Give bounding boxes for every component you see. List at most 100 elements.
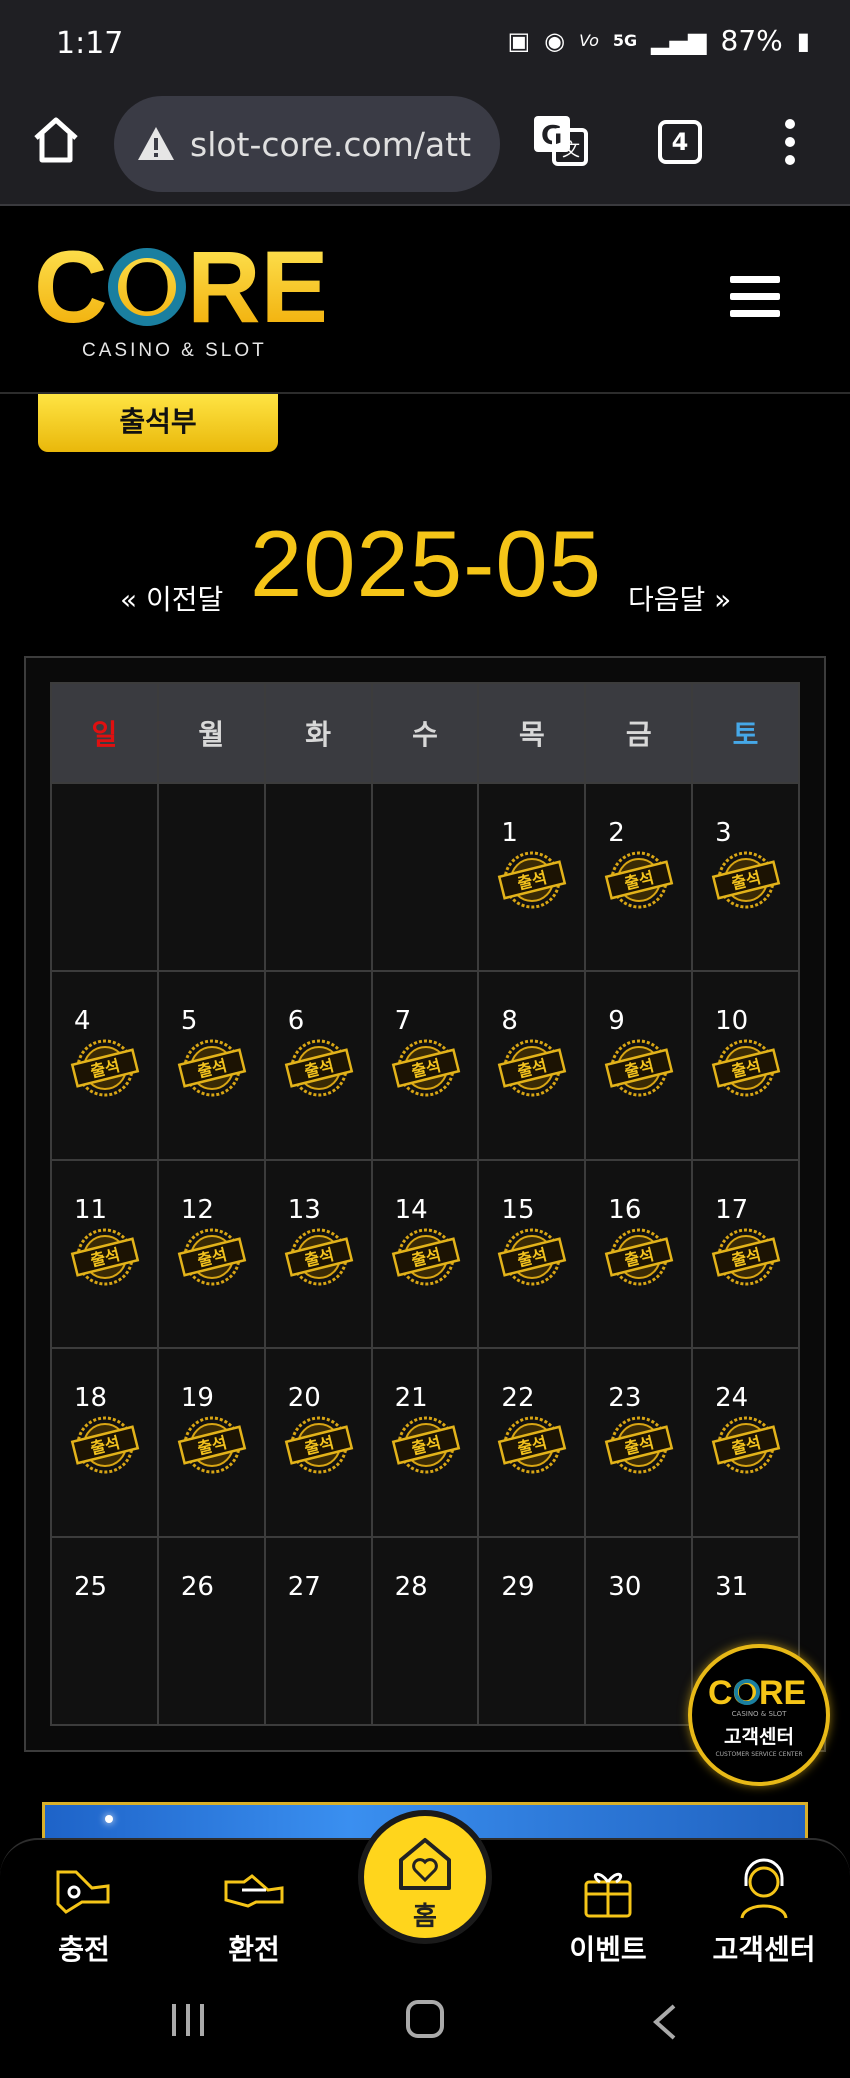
calendar-day-cell: 24 출석 <box>693 1349 800 1538</box>
attendance-stamp-icon: 출석 <box>177 1228 247 1286</box>
nav-home-button[interactable]: 홈 <box>358 1810 492 1944</box>
cs-logo-subtitle: CASINO & SLOT <box>731 1710 787 1718</box>
logo-subtitle: CASINO & SLOT <box>82 340 267 361</box>
site-logo[interactable]: CORE CASINO & SLOT <box>34 242 324 362</box>
calendar-day-cell: 28 <box>372 1537 480 1726</box>
status-bar: 1:17 ▣ ◉ Vo 5G ▂▄▆ 87% ▮ <box>0 0 850 88</box>
calendar-day-cell: 17 출석 <box>693 1160 800 1350</box>
system-home-icon[interactable] <box>406 2000 444 2038</box>
day-number: 15 <box>501 1194 535 1225</box>
day-number: 1 <box>501 818 518 848</box>
customer-service-float-button[interactable]: CORE CASINO & SLOT 고객센터 CUSTOMER SERVICE… <box>688 1644 830 1786</box>
battery-icon: ▮ <box>796 26 810 55</box>
calendar-day-cell: 14 출석 <box>372 1160 480 1350</box>
battery-saver-icon: ▣ <box>507 26 531 55</box>
network-type: 5G <box>612 31 638 50</box>
nav-support[interactable]: 고객센터 <box>694 1858 834 1968</box>
attendance-stamp-icon: 출석 <box>70 1039 140 1097</box>
recent-apps-icon[interactable] <box>168 2002 208 2038</box>
status-icons: ▣ ◉ Vo 5G ▂▄▆ 87% ▮ <box>507 24 810 57</box>
day-number: 12 <box>180 1194 214 1225</box>
attendance-stamp-icon: 출석 <box>605 851 674 909</box>
day-number: 19 <box>180 1383 214 1414</box>
calendar-day-cell: 22 출석 <box>479 1349 587 1538</box>
day-number: 13 <box>287 1194 321 1225</box>
address-bar[interactable]: slot-core.com/att <box>114 96 500 192</box>
day-number: 17 <box>715 1194 749 1225</box>
battery-percent: 87% <box>720 24 783 57</box>
nav-withdraw[interactable]: 환전 <box>184 1858 324 1968</box>
attendance-stamp-icon: 출석 <box>391 1416 460 1474</box>
day-number: 10 <box>715 1006 749 1037</box>
url-text[interactable]: slot-core.com/att <box>190 125 471 164</box>
day-number: 6 <box>287 1006 305 1037</box>
hamburger-menu-button[interactable] <box>730 276 780 318</box>
attendance-stamp-icon: 출석 <box>284 1416 353 1474</box>
nav-deposit[interactable]: 충전 <box>14 1858 154 1968</box>
attendance-stamp-icon: 출석 <box>605 1228 674 1286</box>
calendar-day-cell: 1 출석 <box>479 784 587 973</box>
attendance-stamp-icon: 출석 <box>711 1039 781 1097</box>
browser-toolbar: slot-core.com/att G 文 4 <box>0 88 850 206</box>
day-number: 4 <box>74 1006 91 1037</box>
attendance-stamp-icon: 출석 <box>70 1416 140 1474</box>
calendar-day-cell: 3 출석 <box>693 784 800 973</box>
attendance-stamp-icon: 출석 <box>284 1039 353 1097</box>
page-tab-attendance[interactable]: 출석부 <box>38 394 278 452</box>
attendance-stamp-icon: 출석 <box>711 1228 781 1286</box>
calendar-day-cell: 4 출석 <box>52 972 159 1161</box>
calendar-day-cell: 10 출석 <box>693 972 800 1161</box>
day-number: 7 <box>394 1006 412 1037</box>
calendar-day-cell: 2 출석 <box>586 784 694 973</box>
calendar-grid: 일 월 화 수 목 금 토 1 출석 2 출석 3 출석 4 출석 5 출석 6 출석 7 출석 8 출석 9 출석 10 출석 11… <box>50 682 800 1726</box>
attendance-stamp-icon: 출석 <box>711 1416 781 1474</box>
nav-deposit-label: 충전 <box>58 1933 110 1966</box>
day-number: 31 <box>715 1571 749 1602</box>
day-number: 22 <box>501 1383 535 1414</box>
calendar-day-cell: 19 출석 <box>158 1349 266 1538</box>
home-heart-icon <box>399 1838 451 1890</box>
day-number: 5 <box>180 1006 198 1037</box>
month-title: 2025-05 <box>250 511 602 616</box>
prev-month-link[interactable]: « 이전달 <box>120 578 223 618</box>
next-month-link[interactable]: 다음달 » <box>628 578 731 618</box>
calendar-day-cell: 12 출석 <box>158 1160 266 1350</box>
day-number: 27 <box>287 1571 321 1602</box>
translate-icon[interactable]: G 文 <box>532 112 588 168</box>
calendar-day-cell: 13 출석 <box>265 1160 373 1350</box>
nav-withdraw-label: 환전 <box>228 1933 280 1966</box>
calendar-empty-cell <box>52 784 159 973</box>
support-icon <box>740 1858 788 1919</box>
day-number: 14 <box>394 1194 428 1225</box>
svg-text:文: 文 <box>562 140 580 161</box>
calendar-day-cell: 29 <box>479 1537 587 1726</box>
attendance-stamp-icon: 출석 <box>498 851 567 909</box>
day-number: 9 <box>608 1006 625 1037</box>
calendar-empty-cell <box>158 784 266 973</box>
calendar-empty-cell <box>265 784 373 973</box>
calendar-empty-cell <box>372 784 480 973</box>
calendar-day-cell: 15 출석 <box>479 1160 587 1350</box>
withdraw-icon <box>224 1874 284 1908</box>
day-number: 11 <box>74 1194 108 1225</box>
home-icon[interactable] <box>30 114 82 166</box>
tab-switcher-button[interactable]: 4 <box>658 120 702 164</box>
weekday-header: 월 <box>158 684 266 784</box>
day-number: 23 <box>608 1383 642 1414</box>
site-header: CORE CASINO & SLOT <box>0 206 850 394</box>
attendance-stamp-icon: 출석 <box>711 851 781 909</box>
calendar-day-cell: 7 출석 <box>372 972 480 1161</box>
signal-icon: ▂▄▆ <box>651 26 707 55</box>
calendar-day-cell: 5 출석 <box>158 972 266 1161</box>
attendance-stamp-icon: 출석 <box>284 1228 353 1286</box>
warning-icon[interactable] <box>136 124 176 164</box>
day-number: 28 <box>394 1571 428 1602</box>
attendance-stamp-icon: 출석 <box>605 1416 674 1474</box>
menu-dots-icon[interactable] <box>780 116 800 168</box>
calendar-day-cell: 16 출석 <box>586 1160 694 1350</box>
calendar-day-cell: 30 <box>586 1537 694 1726</box>
attendance-stamp-icon: 출석 <box>498 1416 567 1474</box>
nav-event[interactable]: 이벤트 <box>538 1858 678 1968</box>
back-icon[interactable] <box>650 2002 678 2042</box>
calendar-day-cell: 18 출석 <box>52 1349 159 1538</box>
